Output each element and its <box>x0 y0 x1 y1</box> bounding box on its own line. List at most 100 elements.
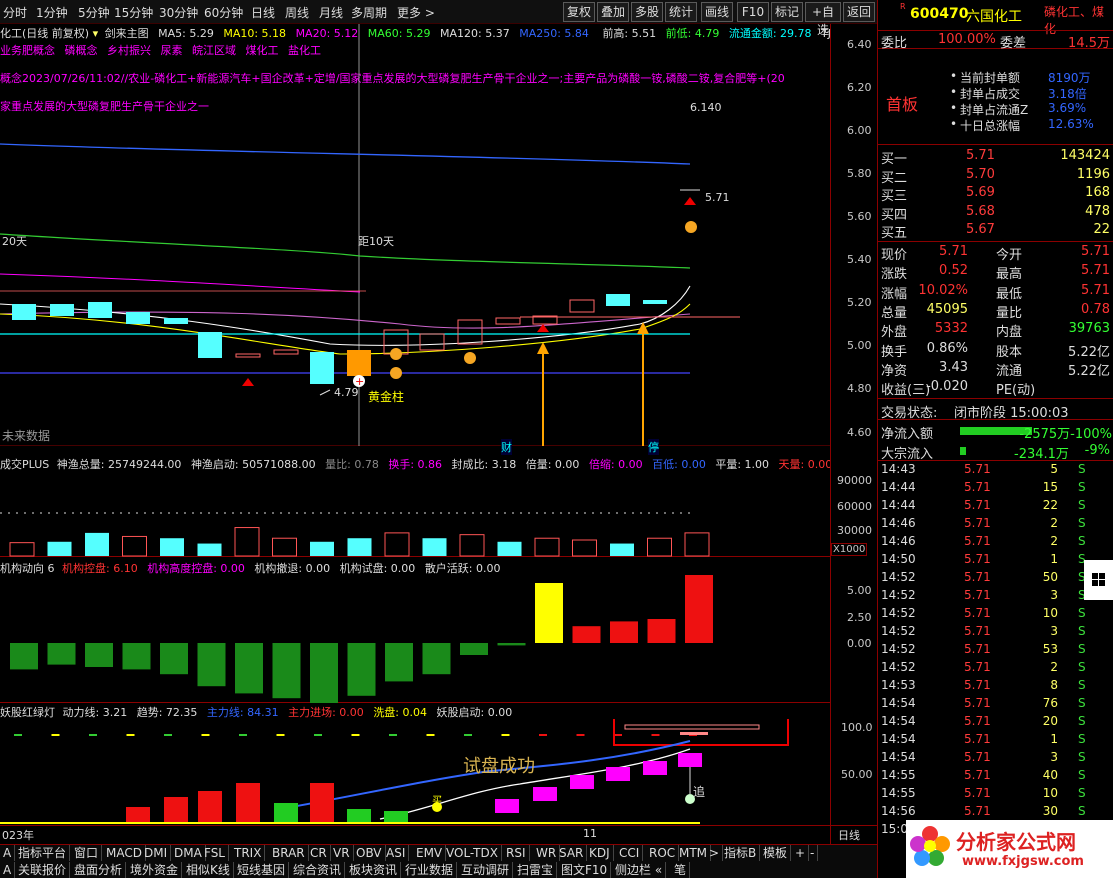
main-price-chart[interactable]: + <box>0 24 830 446</box>
tick-list[interactable]: 14:43 5.71 5 S 14:44 5.71 15 S 14:44 5.71 22 S 14:46… <box>878 462 1113 822</box>
demon-bar <box>678 753 702 767</box>
tab-6[interactable]: 综合资讯 <box>290 862 346 878</box>
tab-10[interactable]: 扫雷宝 <box>514 862 558 878</box>
tick-time: 14:54 <box>881 750 916 764</box>
demon-field: 妖股启动: 0.00 <box>436 706 513 719</box>
tab-0[interactable]: A <box>0 845 16 861</box>
institution-bar <box>685 575 713 643</box>
stat-row: 换手 0.86% 股本 5.22亿 <box>878 341 1113 360</box>
tick-time: 14:54 <box>881 732 916 746</box>
y-tick: 6.40 <box>847 38 872 51</box>
netflow-label: 净流入额 <box>881 427 934 442</box>
tab-5[interactable]: 短线基因 <box>234 862 290 878</box>
tab-11[interactable]: OBV <box>353 845 386 861</box>
institution-panel-title[interactable]: 机构动向 6 <box>0 562 55 575</box>
tick-volume: 2 <box>1050 516 1058 530</box>
tab-9[interactable]: 互动调研 <box>458 862 514 878</box>
y-tick: 4.80 <box>847 382 872 395</box>
bid-price: 5.67 <box>966 222 995 237</box>
tab-3[interactable]: MACD <box>103 845 146 861</box>
bid-row[interactable]: 买二 5.70 1196 <box>878 167 1113 186</box>
period-tab-multi[interactable]: 多周期 <box>351 4 387 21</box>
tick-price: 5.71 <box>964 552 991 566</box>
tab-24[interactable]: 模板 <box>760 845 792 861</box>
tab-20[interactable]: ROC <box>646 845 680 861</box>
draw-line-button[interactable]: 画线 <box>701 2 733 22</box>
period-tab-30min[interactable]: 30分钟 <box>159 4 198 21</box>
tick-side: S <box>1078 498 1086 512</box>
tab-13[interactable]: 笔 <box>671 862 691 878</box>
bid-volume: 168 <box>1085 185 1110 200</box>
tick-row: 14:52 5.71 3 S <box>878 588 1113 606</box>
tab-17[interactable]: SAR <box>556 845 588 861</box>
tick-volume: 8 <box>1050 678 1058 692</box>
tab-3[interactable]: 境外资金 <box>127 862 183 878</box>
volume-panel-title[interactable]: 成交PLUS <box>0 458 49 471</box>
bid-row[interactable]: 买四 5.68 478 <box>878 204 1113 223</box>
mark-button[interactable]: 标记 <box>771 2 803 22</box>
volume-chart[interactable] <box>0 471 830 557</box>
f10-button[interactable]: F10 <box>737 2 769 22</box>
trend-line <box>379 748 691 820</box>
bid-row[interactable]: 买五 5.67 22 <box>878 222 1113 241</box>
period-tab-60min[interactable]: 60分钟 <box>204 4 243 21</box>
period-tab-day[interactable]: 日线 <box>251 4 275 21</box>
tab-1[interactable]: 关联报价 <box>15 862 71 878</box>
tab-7[interactable]: 板块资讯 <box>346 862 402 878</box>
institution-bar <box>197 643 226 687</box>
stat-value: -0.020 <box>926 379 968 395</box>
tab-7[interactable]: TRIX <box>231 845 266 861</box>
institution-chart[interactable] <box>0 575 830 703</box>
tab-11[interactable]: 图文F10 <box>558 862 612 878</box>
tab-8[interactable]: 行业数据 <box>402 862 458 878</box>
windows-logo-icon[interactable] <box>1084 560 1113 600</box>
tab-8[interactable]: BRAR <box>269 845 309 861</box>
tab-10[interactable]: VR <box>330 845 354 861</box>
tab-4[interactable]: 相似K线 <box>183 862 234 878</box>
period-tab-more[interactable]: 更多 > <box>397 4 435 21</box>
tick-side: S <box>1078 678 1086 692</box>
tab-12[interactable]: 侧边栏 « <box>612 862 667 878</box>
candle <box>88 302 112 318</box>
period-tab-fenshi[interactable]: 分时 <box>3 4 27 21</box>
tab-2[interactable]: 窗口 <box>71 845 103 861</box>
stats-button[interactable]: 统计 <box>665 2 697 22</box>
tab-13[interactable]: EMV <box>413 845 447 861</box>
bid-row[interactable]: 买一 5.71 143424 <box>878 148 1113 167</box>
tab-19[interactable]: CCI <box>616 845 644 861</box>
finance-badge[interactable]: 财 <box>501 439 512 455</box>
suspension-badge[interactable]: 停 <box>648 439 659 455</box>
add-watchlist-button[interactable]: +自选 <box>805 2 841 37</box>
multi-stock-button[interactable]: 多股 <box>631 2 663 22</box>
period-tab-5min[interactable]: 5分钟 <box>78 4 110 21</box>
tab-1[interactable]: 指标平台 <box>15 845 71 861</box>
tick-side: S <box>1078 696 1086 710</box>
tab-23[interactable]: 指标B <box>721 845 761 861</box>
period-tab-week[interactable]: 周线 <box>285 4 309 21</box>
tab-14[interactable]: VOL-TDX <box>443 845 502 861</box>
signal-circle-icon <box>685 221 697 233</box>
tab-12[interactable]: ASI <box>383 845 410 861</box>
candle <box>198 332 222 358</box>
volume-bar <box>422 538 447 556</box>
tab-4[interactable]: DMI <box>141 845 172 861</box>
tab-15[interactable]: RSI <box>503 845 530 861</box>
period-tab-1min[interactable]: 1分钟 <box>36 4 68 21</box>
period-tab-month[interactable]: 月线 <box>319 4 343 21</box>
tick-price: 5.71 <box>964 516 991 530</box>
signal-circle-icon <box>390 348 402 360</box>
seal-label: 当前封单额 <box>960 71 1021 85</box>
tab-0[interactable]: A <box>0 862 16 878</box>
tab-26[interactable]: - <box>807 845 819 861</box>
tab-9[interactable]: CR <box>307 845 331 861</box>
tab-2[interactable]: 盘面分析 <box>71 862 127 878</box>
fuquan-button[interactable]: 复权 <box>563 2 595 22</box>
tab-6[interactable]: FSL <box>201 845 229 861</box>
demon-chart[interactable] <box>0 719 830 825</box>
bid-row[interactable]: 买三 5.69 168 <box>878 185 1113 204</box>
demon-panel-title[interactable]: 妖股红绿灯 <box>0 706 55 719</box>
tab-18[interactable]: KDJ <box>586 845 614 861</box>
period-tab-15min[interactable]: 15分钟 <box>114 4 153 21</box>
back-button[interactable]: 返回 <box>843 2 875 22</box>
overlay-button[interactable]: 叠加 <box>597 2 629 22</box>
